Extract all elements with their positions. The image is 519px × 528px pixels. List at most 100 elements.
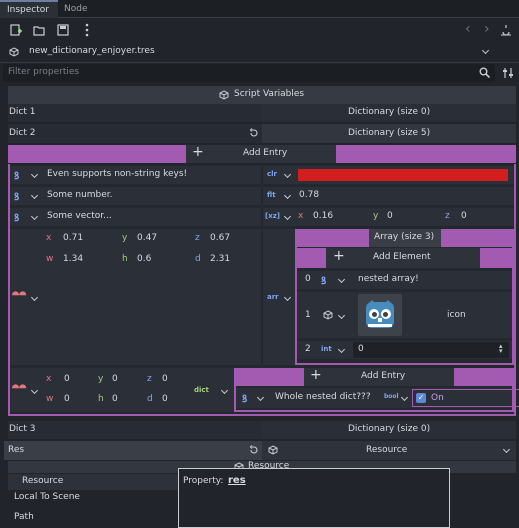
plus-icon: + [333,248,345,264]
value-editor: + Add Entry ꝸ Whole nested dict??? bool … [220,367,519,412]
history-forward-icon[interactable]: › [484,21,490,37]
key-editor: ꝸ Some vector... [10,208,261,226]
bool-label: On [431,393,444,403]
y-value[interactable]: 0 [387,211,393,221]
string-type-icon[interactable]: ꝸ [14,168,19,182]
chevron-down-icon[interactable] [285,191,290,201]
aabb-type-icon[interactable]: ⯊⯊ [12,384,26,394]
checkbox-checked-icon[interactable]: ✓ [416,393,426,403]
chevron-down-icon[interactable] [483,46,488,56]
int-type-icon[interactable]: int [321,345,332,353]
chevron-down-icon[interactable] [402,393,407,403]
revert-icon[interactable] [249,128,259,141]
y-value[interactable]: 0.47 [137,233,157,243]
chevron-down-icon[interactable] [285,170,290,180]
d-value[interactable]: 0 [162,394,168,404]
bool-checkbox-field[interactable]: ✓ On [412,389,519,407]
chevron-down-icon[interactable] [285,293,290,303]
tab-node-label: Node [64,4,88,14]
x-value[interactable]: 0.16 [313,211,333,221]
add-entry-button[interactable]: + Add Entry [186,144,336,163]
property-label: Dict 2 [9,128,36,138]
y-value[interactable]: 0 [112,374,118,384]
resource-selector[interactable]: new_dictionary_enjoyer.tres [0,43,519,62]
spinbox-arrows-icon[interactable]: ▴ ▾ [499,343,503,355]
x-value[interactable]: 0.71 [63,233,83,243]
resource-cube-icon[interactable] [323,310,333,323]
bool-type-icon[interactable]: bool [384,393,399,400]
string-type-icon[interactable]: ꝸ [242,391,247,405]
nested-entry-key[interactable]: Whole nested dict??? [275,392,371,402]
resource-cube-icon [9,47,19,60]
dict1-value-button[interactable]: Dictionary (size 0) [262,104,516,122]
add-element-button[interactable]: + Add Element [326,248,480,268]
h-value[interactable]: 0 [112,394,118,404]
plus-icon: + [310,367,322,383]
open-folder-icon[interactable] [33,24,45,39]
entry-key[interactable]: Some number. [47,190,113,200]
dict-type-icon[interactable]: dict [194,386,209,394]
array-item-value: icon [447,310,466,320]
kebab-menu-icon[interactable] [84,23,90,40]
resource-group-header[interactable]: Resource [8,474,178,490]
chevron-down-icon[interactable] [339,275,344,285]
color-type-icon[interactable]: clr [267,170,277,178]
history-back-icon[interactable]: ‹ [465,21,471,37]
dict3-value-button[interactable]: Dictionary (size 0) [262,421,516,439]
float-type-icon[interactable]: flt [267,191,276,199]
filter-options-icon[interactable] [502,67,514,82]
chevron-down-icon[interactable] [32,212,37,222]
entry-key[interactable]: Some vector... [47,211,112,221]
nested-add-entry-button[interactable]: + Add Entry [304,367,454,386]
string-type-icon[interactable]: ꝸ [14,210,19,224]
vector-type-icon[interactable]: [xz] [265,212,280,220]
chevron-down-icon[interactable] [258,393,263,403]
aabb-type-icon[interactable]: ⯊⯊ [12,291,26,301]
chevron-down-icon[interactable] [32,386,37,396]
chevron-down-icon[interactable] [285,212,290,222]
dict2-value-button[interactable]: Dictionary (size 5) [262,124,516,143]
string-type-icon[interactable]: ꝸ [321,273,326,287]
new-resource-icon[interactable] [10,24,22,39]
godot-icon-thumbnail[interactable] [358,294,402,336]
dict-entry: ꝸ Even supports non-string keys! clr [10,166,514,184]
revert-icon[interactable] [249,445,259,458]
z-value[interactable]: 0 [162,374,168,384]
chevron-down-icon[interactable] [32,170,37,180]
array-type-icon[interactable]: arr [267,293,279,301]
chevron-down-icon[interactable] [32,191,37,201]
x-label: x [46,374,52,384]
chevron-down-icon[interactable] [339,311,344,321]
w-value[interactable]: 0 [64,394,70,404]
entry-key[interactable]: Even supports non-string keys! [47,169,187,179]
array-size-button[interactable]: Array (size 3) [369,229,441,247]
filter-input[interactable]: Filter properties [3,64,495,82]
tooltip-property-name: res [228,475,246,486]
entry-value[interactable]: 0.78 [299,190,319,200]
z-value[interactable]: 0.67 [210,233,230,243]
w-label: w [46,254,54,264]
chevron-down-icon[interactable] [32,293,37,303]
object-history-icon[interactable] [500,24,512,39]
save-icon[interactable] [57,24,69,39]
w-value[interactable]: 1.34 [63,254,83,264]
chevron-down-icon[interactable] [222,386,227,396]
x-value[interactable]: 0 [64,374,70,384]
h-value[interactable]: 0.6 [137,254,151,264]
d-value[interactable]: 2.31 [210,254,230,264]
tab-inspector[interactable]: Inspector [0,0,58,18]
res-value-button[interactable]: Resource [262,441,516,460]
string-type-icon[interactable]: ꝸ [14,189,19,203]
chevron-down-icon[interactable] [339,345,344,355]
section-header[interactable]: Script Variables [8,86,516,104]
z-label: z [445,211,450,221]
array-index: 0 [305,274,311,284]
z-value[interactable]: 0 [461,211,467,221]
color-swatch[interactable] [298,169,508,181]
chevron-down-icon[interactable] [504,445,509,455]
property-dict1: Dict 1 Dictionary (size 0) [8,104,516,122]
tab-node[interactable]: Node [58,0,98,18]
dict-entry: ⯊⯊ x 0.71 y 0.47 z 0.67 w 1.34 h 0.6 d 2… [10,229,514,365]
int-spinbox[interactable]: 0 ▴ ▾ [353,342,509,358]
array-item-value[interactable]: nested array! [358,274,419,284]
